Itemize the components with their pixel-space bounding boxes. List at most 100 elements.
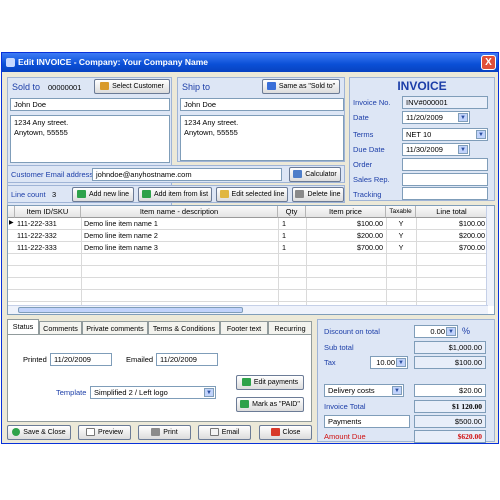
chevron-down-icon[interactable]: ▼ [458,145,468,154]
discount-unit: % [462,326,471,336]
delivery-value[interactable]: $20.00 [414,384,486,397]
payments-value: $500.00 [414,415,486,428]
due-date-field[interactable]: 11/30/2009 ▼ [402,143,470,156]
edit-payments-button[interactable]: Edit payments [236,375,304,390]
totals-panel: Discount on total 0.00 ▼ % Sub total $1,0… [317,319,495,443]
column-header-sku[interactable]: Item ID/SKU [15,206,81,218]
horizontal-scrollbar[interactable] [8,305,488,314]
preview-button[interactable]: Preview [78,425,131,440]
email-field[interactable]: johndoe@anyhostname.com [92,168,282,181]
same-as-sold-to-button[interactable]: Same as "Sold to" [262,79,340,94]
tracking-label: Tracking [353,190,382,199]
template-select[interactable]: Simplified 2 / Left logo ▼ [90,386,216,399]
email-label: Customer Email address [11,170,94,179]
chevron-down-icon[interactable]: ▼ [458,113,468,122]
invoice-heading: INVOICE [397,79,447,93]
sales-rep-field[interactable] [402,173,488,186]
add-item-from-list-button[interactable]: Add item from list [138,187,212,202]
close-window-button[interactable]: X [481,55,496,70]
arrow-right-icon [266,82,276,91]
sold-to-address-field[interactable]: 1234 Any street. Anytown, 55555 [10,115,170,163]
tab-status[interactable]: Status [7,319,39,335]
cell-line-total: $200.00 [459,231,485,240]
column-header-name[interactable]: Item name - description [81,206,278,218]
close-button[interactable]: Close [259,425,312,440]
tab-private-comments[interactable]: Private comments [82,321,148,335]
row-divider [8,253,488,254]
chevron-down-icon[interactable]: ▼ [392,386,402,395]
column-header-line-total[interactable]: Line total [416,206,488,218]
column-divider [278,218,279,306]
subtotal-value: $1,000.00 [414,341,486,354]
tab-comments[interactable]: Comments [39,321,82,335]
line-count-value: 3 [52,190,57,199]
sold-to-name-field[interactable]: John Doe [10,98,170,111]
invoice-window: Edit INVOICE - Company: Your Company Nam… [1,52,499,444]
email-button[interactable]: Email [198,425,251,440]
plus-icon [141,190,151,199]
tax-label: Tax [324,358,336,367]
amount-due-label: Amount Due [324,432,366,441]
column-header-taxable[interactable]: Taxable [386,206,416,218]
spinner-icon[interactable]: ▼ [446,327,456,336]
column-divider [81,218,82,306]
chevron-down-icon[interactable]: ▼ [476,130,486,139]
ship-to-address-field[interactable]: 1234 Any street. Anytown, 55555 [180,115,344,161]
column-header-qty[interactable]: Qty [278,206,306,218]
select-customer-button[interactable]: Select Customer [94,79,170,94]
cell-price: $700.00 [357,243,383,252]
tab-recurring[interactable]: Recurring [268,321,312,335]
terms-select[interactable]: NET 10 ▼ [402,128,488,141]
tab-footer-text[interactable]: Footer text [220,321,268,335]
tracking-field[interactable] [402,187,488,200]
app-icon [6,58,15,67]
add-new-line-button[interactable]: Add new line [72,187,134,202]
tax-value: $100.00 [414,356,486,369]
ship-to-name-field[interactable]: John Doe [180,98,344,111]
tab-terms-conditions[interactable]: Terms & Conditions [148,321,220,335]
status-tab-panel: Printed 11/20/2009 Emailed 11/20/2009 Te… [7,334,312,422]
printed-date-field[interactable]: 11/20/2009 [50,353,112,366]
date-label: Date [353,113,369,122]
save-and-close-button[interactable]: Save & Close [7,425,71,440]
row-divider [8,265,488,266]
cell-taxable: Y [398,219,404,228]
line-toolbar: Line count 3 Add new line Add item from … [7,185,345,203]
template-label: Template [56,388,87,397]
emailed-date-field[interactable]: 11/20/2009 [156,353,218,366]
order-label: Order [353,160,373,169]
tax-rate-field[interactable]: 10.00 ▼ [370,356,408,369]
row-indicator-header [8,206,15,218]
plus-icon [76,190,86,199]
scroll-thumb[interactable] [18,307,243,313]
cell-name: Demo line item name 3 [84,243,158,252]
document-icon [86,428,96,437]
vertical-scrollbar[interactable] [486,206,494,306]
discount-field[interactable]: 0.00 ▼ [414,325,458,338]
cell-price: $100.00 [357,219,383,228]
envelope-icon [209,428,219,437]
spinner-icon[interactable]: ▼ [396,358,406,367]
mark-as-paid-button[interactable]: Mark as "PAID" [236,397,304,412]
order-field[interactable] [402,158,488,171]
edit-selected-line-button[interactable]: Edit selected line [216,187,288,202]
cell-qty: 1 [282,243,286,252]
cell-sku: 111-222-332 [17,231,57,240]
delivery-select[interactable]: Delivery costs ▼ [324,384,404,397]
print-button[interactable]: Print [138,425,191,440]
cell-name: Demo line item name 2 [84,231,158,240]
invoice-no-field[interactable]: INV#000001 [402,96,488,109]
cell-price: $200.00 [357,231,383,240]
date-field[interactable]: 11/20/2009 ▼ [402,111,470,124]
cell-qty: 1 [282,219,286,228]
terms-label: Terms [353,130,374,139]
column-header-price[interactable]: Item price [306,206,386,218]
line-items-table[interactable]: Item ID/SKU Item name - description Qty … [7,205,495,315]
chevron-down-icon[interactable]: ▼ [204,388,214,397]
row-divider [8,301,488,302]
delete-line-button[interactable]: Delete line [292,187,344,202]
title-bar[interactable]: Edit INVOICE - Company: Your Company Nam… [2,53,498,72]
calculator-button[interactable]: Calculator [289,167,341,182]
cell-sku: 111-222-331 [17,219,57,228]
invoice-total-label: Invoice Total [324,402,366,411]
